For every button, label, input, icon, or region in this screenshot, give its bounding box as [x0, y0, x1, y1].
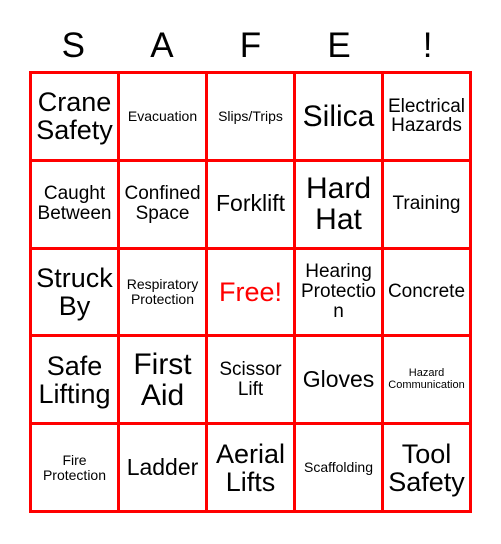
bingo-cell-label: Hazard Communication	[388, 367, 465, 391]
bingo-card: S A F E! Crane Safety Evacuation Slips/Trips S…	[0, 0, 501, 544]
bingo-cell[interactable]: Silica	[296, 74, 384, 162]
bingo-cell[interactable]: Scaffolding	[296, 425, 384, 513]
bingo-cell-label: Free!	[218, 276, 283, 307]
bingo-cell-label: Safe Lifting	[38, 350, 111, 409]
bingo-cell-label: Hearing Protection	[301, 261, 376, 322]
bingo-header-letter-2: F	[239, 26, 262, 65]
bingo-cell[interactable]: Tool Safety	[384, 425, 472, 513]
bingo-cell[interactable]: Safe Lifting	[32, 337, 120, 426]
bingo-cell[interactable]: Hazard Communication	[384, 337, 472, 426]
bingo-cell-label: Evacuation	[127, 108, 198, 125]
bingo-cell-label: Slips/Trips	[218, 108, 283, 125]
bingo-cell-label: Silica	[302, 99, 375, 133]
bingo-cell-label: Hard Hat	[305, 172, 372, 237]
bingo-header-letter-3: E	[327, 26, 351, 65]
bingo-cell[interactable]: Evacuation	[120, 74, 208, 162]
bingo-header-letter-1: A	[150, 26, 174, 65]
bingo-cell-label: Scaffolding	[303, 459, 373, 476]
bingo-cell[interactable]: Gloves	[296, 337, 384, 426]
bingo-cell-label: Caught Between	[37, 183, 112, 225]
bingo-cell-label: Gloves	[302, 365, 375, 392]
bingo-cell-label: Scissor Lift	[219, 359, 282, 400]
bingo-cell-label: Ladder	[126, 453, 199, 480]
bingo-cell[interactable]: Confined Space	[120, 161, 208, 250]
bingo-cell-label: Training	[392, 193, 461, 215]
bingo-cell[interactable]: Forklift	[208, 161, 296, 250]
bingo-cell[interactable]: Fire Protection	[32, 425, 120, 513]
bingo-cell[interactable]: First Aid	[120, 337, 208, 426]
bingo-cell-label: Respiratory Protection	[126, 276, 199, 307]
bingo-cell[interactable]: Slips/Trips	[208, 74, 296, 162]
bingo-cell[interactable]: Crane Safety	[32, 74, 120, 162]
bingo-cell[interactable]: Aerial Lifts	[208, 425, 296, 513]
bingo-cell[interactable]: Ladder	[120, 425, 208, 513]
bingo-cell-label: Concrete	[387, 281, 466, 303]
bingo-cell-label: Fire Protection	[42, 452, 107, 483]
bingo-cell-label: Aerial Lifts	[215, 438, 286, 497]
bingo-grid: Crane Safety Evacuation Slips/Trips Silica E…	[29, 71, 472, 513]
bingo-header-letters: S A F E!	[29, 22, 472, 70]
bingo-cell[interactable]: Hearing Protection	[296, 249, 384, 338]
bingo-cell[interactable]: Struck By	[32, 249, 120, 338]
bingo-cell-label: Crane Safety	[36, 87, 113, 146]
bingo-cell[interactable]: Respiratory Protection	[120, 249, 208, 338]
bingo-cell-free[interactable]: Free!	[208, 249, 296, 338]
bingo-cell[interactable]: Hard Hat	[296, 161, 384, 250]
bingo-header-letter-0: S	[61, 26, 85, 65]
bingo-cell[interactable]: Concrete	[384, 249, 472, 338]
bingo-cell-label: First Aid	[133, 347, 192, 412]
bingo-cell[interactable]: Electrical Hazards	[384, 74, 472, 162]
bingo-cell-label: Tool Safety	[388, 438, 465, 497]
bingo-cell-label: Electrical Hazards	[387, 95, 466, 137]
bingo-cell[interactable]: Scissor Lift	[208, 337, 296, 426]
bingo-cell-label: Forklift	[216, 190, 285, 217]
bingo-cell[interactable]: Caught Between	[32, 161, 120, 250]
bingo-cell-label: Struck By	[36, 262, 113, 321]
bingo-header-letter-4: !	[422, 26, 433, 65]
bingo-cell[interactable]: Training	[384, 161, 472, 250]
bingo-cell-label: Confined Space	[124, 183, 201, 225]
